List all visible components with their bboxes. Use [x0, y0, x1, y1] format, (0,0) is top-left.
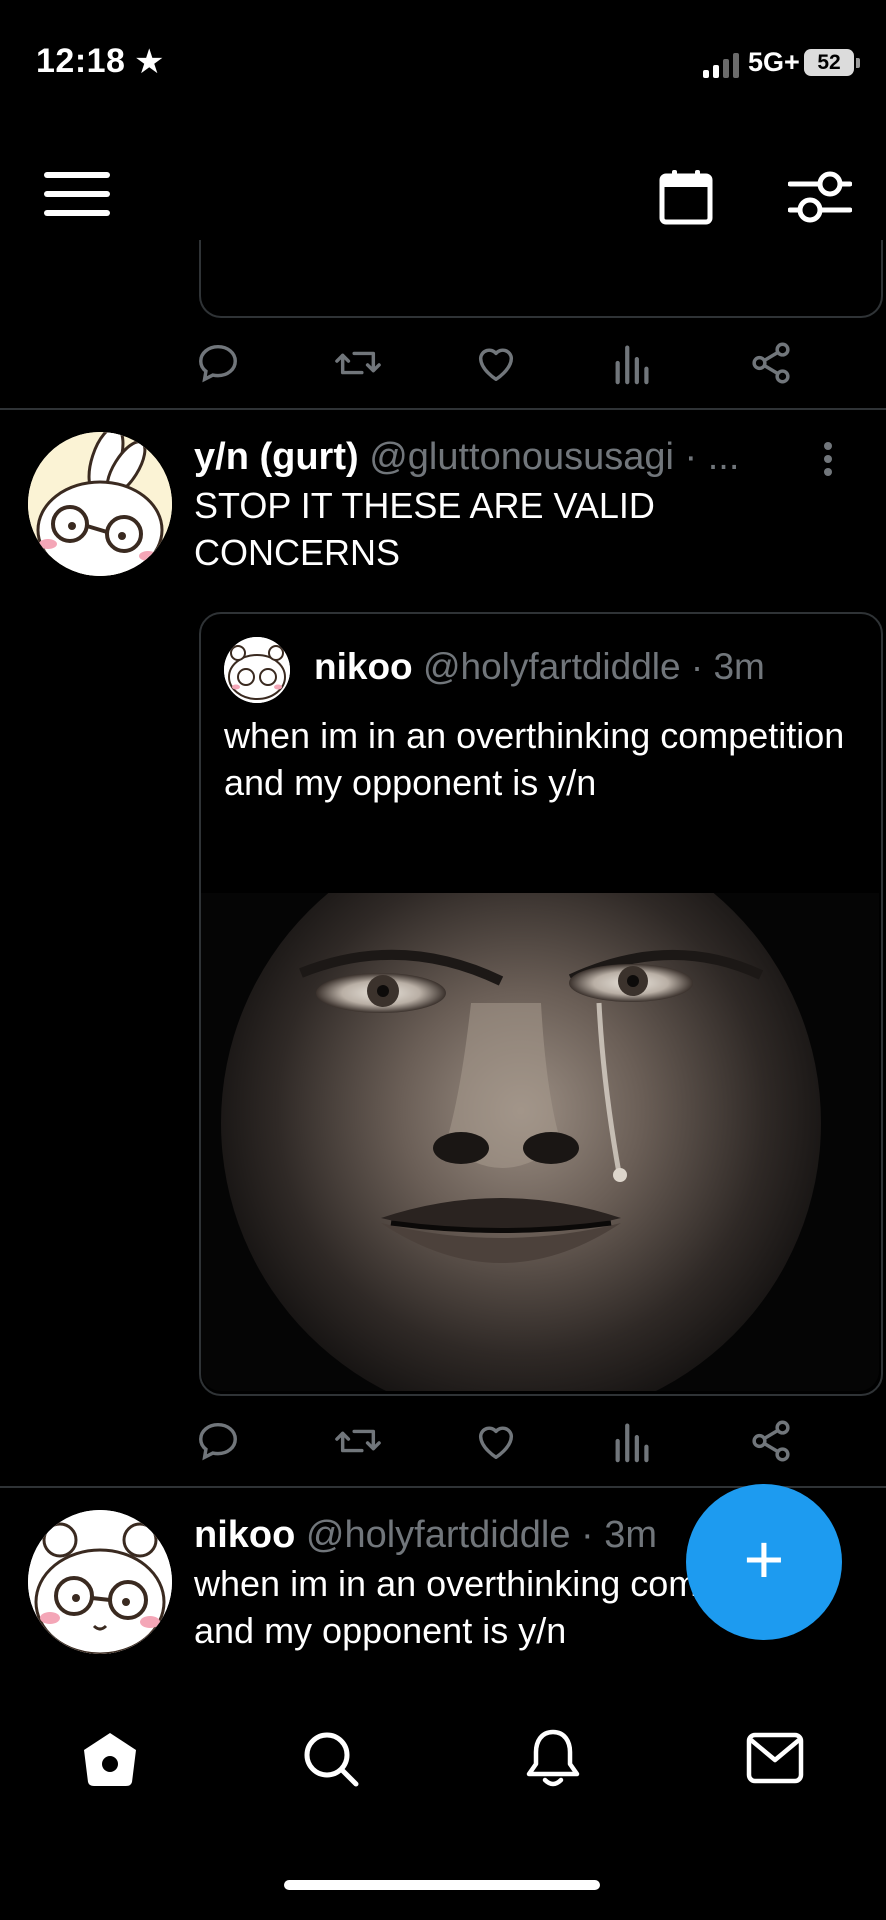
- quote-image[interactable]: [201, 893, 879, 1391]
- quote-author-line: nikoo @holyfartdiddle · 3m: [314, 646, 765, 688]
- compose-button[interactable]: +: [686, 1484, 842, 1640]
- post-divider: [0, 408, 886, 410]
- battery-tip: [856, 58, 860, 68]
- battery-indicator: 52: [804, 49, 854, 76]
- calendar-icon[interactable]: [658, 168, 714, 226]
- author-handle[interactable]: @gluttonoususagi · ...: [369, 436, 739, 478]
- like-icon[interactable]: [472, 340, 520, 386]
- author-name[interactable]: nikoo: [194, 1514, 295, 1556]
- post-author-line: nikoo @holyfartdiddle · 3m: [194, 1514, 657, 1557]
- quote-avatar: [224, 637, 290, 703]
- notifications-icon[interactable]: [524, 1728, 582, 1790]
- quote-author-handle: @holyfartdiddle · 3m: [422, 646, 765, 687]
- status-time: 12:18: [36, 42, 126, 80]
- avatar[interactable]: [28, 1510, 172, 1654]
- messages-icon[interactable]: [746, 1732, 804, 1784]
- views-icon[interactable]: [613, 1418, 653, 1464]
- like-icon[interactable]: [472, 1418, 520, 1464]
- share-icon[interactable]: [748, 1418, 794, 1464]
- signal-icon: [703, 53, 739, 78]
- views-icon[interactable]: [613, 340, 653, 386]
- retweet-icon[interactable]: [333, 1418, 383, 1464]
- filter-settings-icon[interactable]: [788, 166, 852, 226]
- retweet-icon[interactable]: [333, 340, 383, 386]
- quote-text: when im in an overthinking competition a…: [224, 715, 845, 803]
- post-text: STOP IT THESE ARE VALID CONCERNS: [194, 485, 655, 573]
- previous-post-actions: [195, 340, 795, 390]
- avatar[interactable]: [28, 432, 172, 576]
- author-name[interactable]: y/n (gurt): [194, 436, 359, 478]
- menu-icon[interactable]: [44, 172, 110, 216]
- quote-author-name: nikoo: [314, 646, 413, 687]
- reply-icon[interactable]: [195, 340, 241, 386]
- post-actions: [195, 1418, 795, 1468]
- share-icon[interactable]: [748, 340, 794, 386]
- compose-label: +: [743, 1520, 785, 1598]
- home-icon[interactable]: [80, 1730, 140, 1788]
- previous-quote-card[interactable]: [199, 240, 883, 318]
- network-label: 5G+: [748, 47, 800, 77]
- star-icon: ★: [134, 43, 165, 81]
- post-author-line: y/n (gurt) @gluttonoususagi · ...: [194, 436, 739, 479]
- reply-icon[interactable]: [195, 1418, 241, 1464]
- author-handle[interactable]: @holyfartdiddle · 3m: [306, 1514, 657, 1556]
- home-indicator: [284, 1880, 600, 1890]
- search-icon[interactable]: [302, 1730, 360, 1788]
- more-options-icon[interactable]: [818, 440, 838, 478]
